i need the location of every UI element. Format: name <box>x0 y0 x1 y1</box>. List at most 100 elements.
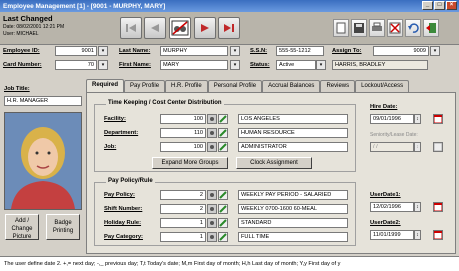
job-edit-button[interactable] <box>218 142 228 152</box>
facility-label: Facility: <box>104 116 126 122</box>
card-number-field[interactable]: 70 <box>55 60 97 70</box>
pay-policy-lookup-button[interactable] <box>207 190 217 200</box>
lookup-icon <box>208 143 216 151</box>
employee-id-lookup-button[interactable]: ▾ <box>98 46 108 56</box>
pencil-icon <box>219 115 227 123</box>
userdate1-calendar-button[interactable] <box>433 202 443 212</box>
expand-more-groups-button[interactable]: Expand More Groups <box>152 157 228 169</box>
department-edit-button[interactable] <box>218 128 228 138</box>
job-title-field[interactable]: H.R. MANAGER <box>4 96 82 106</box>
employee-id-field[interactable]: 9001 <box>55 46 97 56</box>
assign-to-label: Assign To: <box>332 48 362 54</box>
card-number-lookup-button[interactable]: ▾ <box>98 60 108 70</box>
first-name-lookup-button[interactable]: ▾ <box>230 60 240 70</box>
previous-record-button[interactable] <box>144 17 166 39</box>
shift-number-edit-button[interactable] <box>218 204 228 214</box>
userdate1-spinner[interactable]: ↕ <box>414 202 421 212</box>
job-code-field[interactable]: 100 <box>160 142 206 152</box>
last-name-lookup-button[interactable]: ▾ <box>230 46 240 56</box>
status-dropdown-button[interactable]: ▾ <box>316 60 326 70</box>
lookup-icon <box>208 233 216 241</box>
pay-policy-edit-button[interactable] <box>218 190 228 200</box>
save-button[interactable] <box>351 19 367 37</box>
shift-number-label: Shift Number: <box>104 206 143 212</box>
first-record-button[interactable] <box>120 17 142 39</box>
undo-button[interactable] <box>405 19 421 37</box>
shift-number-code-field[interactable]: 2 <box>160 204 206 214</box>
last-record-button[interactable] <box>218 17 240 39</box>
job-lookup-button[interactable] <box>207 142 217 152</box>
pay-policy-code-field[interactable]: 2 <box>160 190 206 200</box>
next-record-button[interactable] <box>194 17 216 39</box>
maximize-button[interactable]: □ <box>434 1 445 10</box>
hire-date-spinner[interactable]: ↕ <box>414 114 421 124</box>
userdate2-calendar-button[interactable] <box>433 230 443 240</box>
seniority-date-field: / / <box>370 142 414 152</box>
hire-date-field[interactable]: 09/01/1996 <box>370 114 414 124</box>
status-select[interactable]: Active <box>276 60 316 70</box>
job-name-field: ADMINISTRATOR <box>238 142 348 152</box>
pay-category-code-field[interactable]: 1 <box>160 232 206 242</box>
last-changed-user: User: MICHAEL <box>3 31 39 37</box>
department-lookup-button[interactable] <box>207 128 217 138</box>
employee-photo <box>4 112 82 210</box>
lookup-icon <box>208 129 216 137</box>
add-change-picture-button[interactable]: Add / Change Picture <box>5 214 39 240</box>
ssn-label: S.S.N: <box>250 48 268 54</box>
facility-code-field[interactable]: 100 <box>160 114 206 124</box>
holiday-rule-lookup-button[interactable] <box>207 218 217 228</box>
tab-personal-profile[interactable]: Personal Profile <box>207 80 263 92</box>
minimize-button[interactable]: _ <box>422 1 433 10</box>
tab-accrual-balances[interactable]: Accrual Balances <box>262 80 321 92</box>
userdate2-field[interactable]: 11/01/1999 <box>370 230 414 240</box>
shift-number-lookup-button[interactable] <box>207 204 217 214</box>
pay-category-label: Pay Category: <box>104 234 143 240</box>
calendar-icon <box>434 143 442 151</box>
userdate1-field[interactable]: 12/02/1996 <box>370 202 414 212</box>
search-record-button[interactable] <box>169 17 191 39</box>
exit-button[interactable] <box>423 19 439 37</box>
status-bar: The user define date 2. +,= next day; -,… <box>0 256 459 271</box>
next-icon <box>201 24 209 32</box>
close-button[interactable]: × <box>446 1 457 10</box>
seniority-date-spinner: ↕ <box>414 142 421 152</box>
badge-printing-button[interactable]: Badge Printing <box>46 214 80 240</box>
pay-category-edit-button[interactable] <box>218 232 228 242</box>
assign-to-id-field[interactable]: 9009 <box>373 46 429 56</box>
first-icon <box>126 24 136 32</box>
holiday-rule-name-field: STANDARD <box>238 218 348 228</box>
tab-lockout-access[interactable]: Lockout/Access <box>355 80 410 92</box>
pencil-icon <box>219 129 227 137</box>
tab-hr-profile[interactable]: H.R. Profile <box>165 80 208 92</box>
facility-edit-button[interactable] <box>218 114 228 124</box>
undo-icon <box>408 23 419 33</box>
window-title: Employee Management [1] - [9001 - MURPHY… <box>3 2 166 10</box>
print-button[interactable] <box>369 19 385 37</box>
delete-button[interactable] <box>387 19 403 37</box>
ssn-field[interactable]: 555-55-1212 <box>276 46 324 56</box>
assign-to-name-field: HARRIS, BRADLEY <box>332 60 428 70</box>
tab-pay-profile[interactable]: Pay Profile <box>124 80 166 92</box>
last-changed-label: Last Changed <box>3 14 53 23</box>
tab-required[interactable]: Required <box>86 79 125 92</box>
holiday-rule-edit-button[interactable] <box>218 218 228 228</box>
holiday-rule-code-field[interactable]: 1 <box>160 218 206 228</box>
calendar-icon <box>434 231 442 239</box>
exit-door-icon <box>426 23 436 33</box>
tab-reviews[interactable]: Reviews <box>320 80 356 92</box>
userdate2-spinner[interactable]: ↕ <box>414 230 421 240</box>
assign-to-lookup-button[interactable]: ▾ <box>430 46 440 56</box>
pay-category-lookup-button[interactable] <box>207 232 217 242</box>
department-code-field[interactable]: 110 <box>160 128 206 138</box>
last-name-label: Last Name: <box>119 48 151 54</box>
calendar-icon <box>434 115 442 123</box>
title-bar: Employee Management [1] - [9001 - MURPHY… <box>0 0 459 12</box>
first-name-field[interactable]: MARY <box>160 60 228 70</box>
pay-category-name-field: FULL TIME <box>238 232 348 242</box>
clock-assignment-button[interactable]: Clock Assignment <box>236 157 312 169</box>
facility-lookup-button[interactable] <box>207 114 217 124</box>
new-record-button[interactable] <box>333 19 349 37</box>
hire-date-calendar-button[interactable] <box>433 114 443 124</box>
last-name-field[interactable]: MURPHY <box>160 46 228 56</box>
userdate2-label: UserDate2: <box>370 220 401 226</box>
